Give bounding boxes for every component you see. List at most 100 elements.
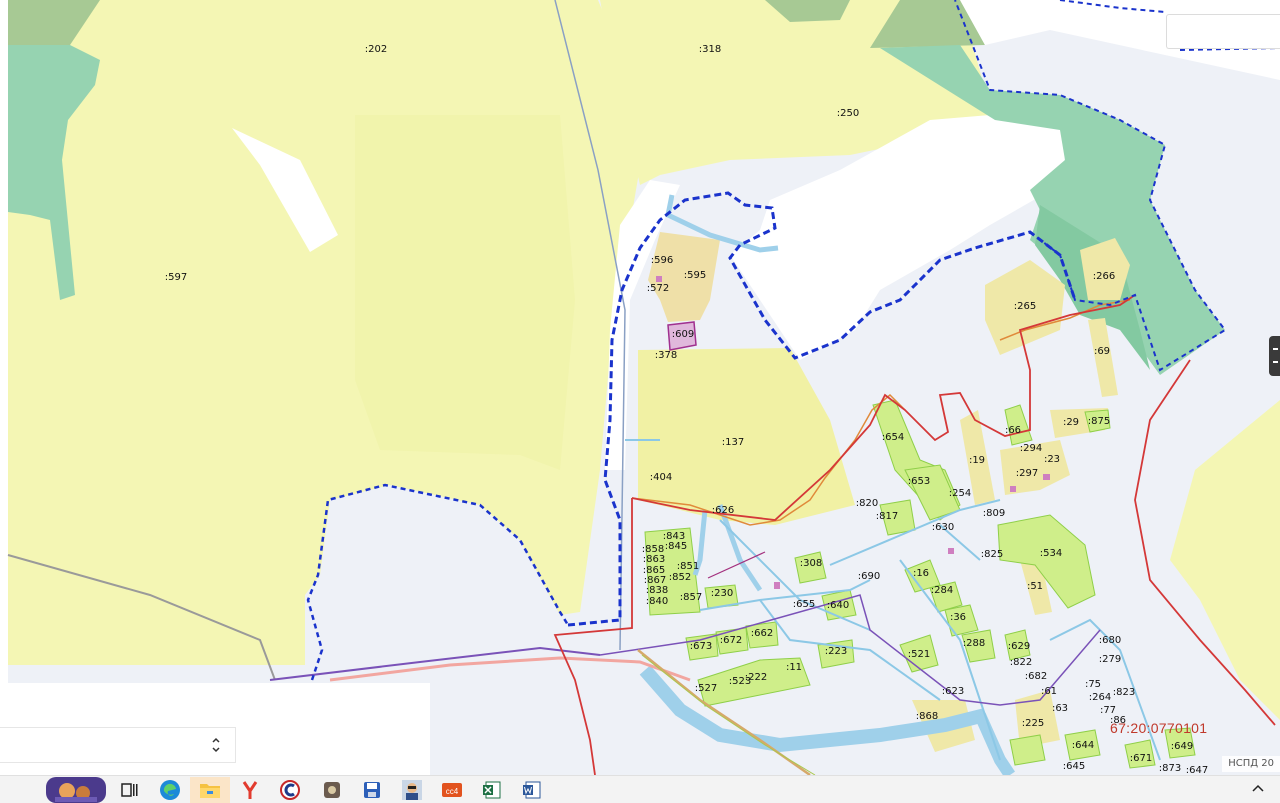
parcel-label[interactable]: :822	[1010, 657, 1032, 668]
parcel-label[interactable]: :230	[711, 588, 733, 599]
ccleaner-icon[interactable]	[270, 777, 310, 803]
search-input[interactable]	[1166, 14, 1280, 49]
parcel-label[interactable]: :318	[699, 44, 721, 55]
parcel-label[interactable]: :63	[1052, 703, 1068, 714]
parcel-label[interactable]: :596	[651, 255, 673, 266]
parcel-label[interactable]: :11	[786, 662, 802, 673]
parcel-label[interactable]: :250	[837, 108, 859, 119]
parcel-label[interactable]: :19	[969, 455, 985, 466]
parcel-label[interactable]: :51	[1027, 581, 1043, 592]
parcel-label[interactable]: :840	[646, 596, 668, 607]
parcel-label[interactable]: :875	[1088, 416, 1110, 427]
parcel-label[interactable]: :820	[856, 498, 878, 509]
file-explorer-icon[interactable]	[190, 777, 230, 803]
parcel-label[interactable]: :266	[1093, 271, 1115, 282]
parcel-label[interactable]: :521	[908, 649, 930, 660]
parcel-label[interactable]: :647	[1186, 765, 1208, 775]
parcel-label[interactable]: :279	[1099, 654, 1121, 665]
parcel-label[interactable]: :16	[913, 568, 929, 579]
parcel-label[interactable]: :534	[1040, 548, 1062, 559]
parcel-label[interactable]: :308	[800, 558, 822, 569]
bottom-left-panel	[0, 683, 430, 775]
cc4-app-icon[interactable]: cc4	[432, 777, 472, 803]
parcel-label[interactable]: :595	[684, 270, 706, 281]
svg-text:cc4: cc4	[446, 787, 459, 796]
parcel-label[interactable]: :672	[720, 635, 742, 646]
parcel-label[interactable]: :863	[643, 554, 665, 565]
parcel-label[interactable]: :254	[949, 488, 971, 499]
parcel-label[interactable]: :623	[942, 686, 964, 697]
parcel-label[interactable]: :597	[165, 272, 187, 283]
parcel-label[interactable]: :23	[1044, 454, 1060, 465]
taskbar: cc4	[0, 775, 1280, 803]
parcel-label[interactable]: :225	[1022, 718, 1044, 729]
parcel-label[interactable]: :609	[672, 329, 694, 340]
parcel-label[interactable]: :527	[695, 683, 717, 694]
parcel-label[interactable]: :61	[1041, 686, 1057, 697]
task-view-icon[interactable]	[110, 777, 150, 803]
parcel-label[interactable]: :868	[916, 711, 938, 722]
excel-icon[interactable]	[472, 777, 512, 803]
parcel-label[interactable]: :223	[825, 646, 847, 657]
parcel-label[interactable]: :36	[950, 612, 966, 623]
parcel-label[interactable]: :404	[650, 472, 672, 483]
parcel-label[interactable]: :873	[1159, 763, 1181, 774]
parcel-label[interactable]: :825	[981, 549, 1003, 560]
parcel-label[interactable]: :644	[1072, 740, 1094, 751]
parcel-label[interactable]: :284	[931, 585, 953, 596]
parcel-label[interactable]: :294	[1020, 443, 1042, 454]
parcel-label[interactable]: :523	[729, 676, 751, 687]
parcel-label[interactable]: :640	[827, 600, 849, 611]
yandex-browser-icon[interactable]	[230, 777, 270, 803]
parcel-label[interactable]: :823	[1113, 687, 1135, 698]
parcel-label[interactable]: :809	[983, 508, 1005, 519]
parcel-label[interactable]: :69	[1094, 346, 1110, 357]
parcel-label[interactable]: :649	[1171, 741, 1193, 752]
parcel-label[interactable]: :852	[669, 572, 691, 583]
parcel-label[interactable]: :288	[963, 638, 985, 649]
parcel-label[interactable]: :680	[1099, 635, 1121, 646]
parcel-label[interactable]: :630	[932, 522, 954, 533]
profile-app-icon[interactable]	[392, 777, 432, 803]
parcel-label[interactable]: :653	[908, 476, 930, 487]
parcel-label[interactable]: :572	[647, 283, 669, 294]
parcel-label[interactable]: :75	[1085, 679, 1101, 690]
parcel-label[interactable]: :851	[677, 561, 699, 572]
parcel-label[interactable]: :662	[751, 628, 773, 639]
edge-icon[interactable]	[150, 777, 190, 803]
cadastral-quarter-label: 67:20:0770101	[1110, 720, 1207, 736]
map-attribution: НСПД 20	[1222, 756, 1280, 772]
side-panel-toggle[interactable]	[1269, 336, 1280, 376]
save-app-icon[interactable]	[352, 777, 392, 803]
chevron-updown-icon	[212, 737, 220, 753]
parcel-label[interactable]: :202	[365, 44, 387, 55]
parcel-label[interactable]: :626	[712, 505, 734, 516]
parcel-label[interactable]: :29	[1063, 417, 1079, 428]
parcel-label[interactable]: :66	[1005, 425, 1021, 436]
parcel-label[interactable]: :297	[1016, 468, 1038, 479]
parcel-label[interactable]: :629	[1008, 641, 1030, 652]
parcel-label[interactable]: :690	[858, 571, 880, 582]
parcel-label[interactable]: :264	[1089, 692, 1111, 703]
parcel-label[interactable]: :655	[793, 599, 815, 610]
parcel-label[interactable]: :817	[876, 511, 898, 522]
map-canvas[interactable]: :202 :318 :250 :597 :596 :595 :572 :609 :378 :137…	[0, 0, 1280, 775]
parcel-label[interactable]: :671	[1130, 753, 1152, 764]
map-view[interactable]: :202 :318 :250 :597 :596 :595 :572 :609 :378 :137…	[0, 0, 1280, 775]
weather-widget-icon[interactable]	[44, 777, 108, 803]
parcel-597-inner	[355, 115, 575, 470]
chevron-up-icon[interactable]	[1250, 781, 1266, 797]
parcel-label[interactable]: :682	[1025, 671, 1047, 682]
parcel-label[interactable]: :838	[646, 585, 668, 596]
word-icon[interactable]	[512, 777, 552, 803]
parcel-label[interactable]: :857	[680, 592, 702, 603]
archiver-icon[interactable]	[312, 777, 352, 803]
parcel-label[interactable]: :845	[665, 541, 687, 552]
parcel-label[interactable]: :645	[1063, 761, 1085, 772]
parcel-label[interactable]: :137	[722, 437, 744, 448]
layer-select[interactable]	[0, 727, 236, 763]
parcel-label[interactable]: :673	[690, 641, 712, 652]
parcel-label[interactable]: :654	[882, 432, 904, 443]
parcel-label[interactable]: :378	[655, 350, 677, 361]
parcel-label[interactable]: :265	[1014, 301, 1036, 312]
